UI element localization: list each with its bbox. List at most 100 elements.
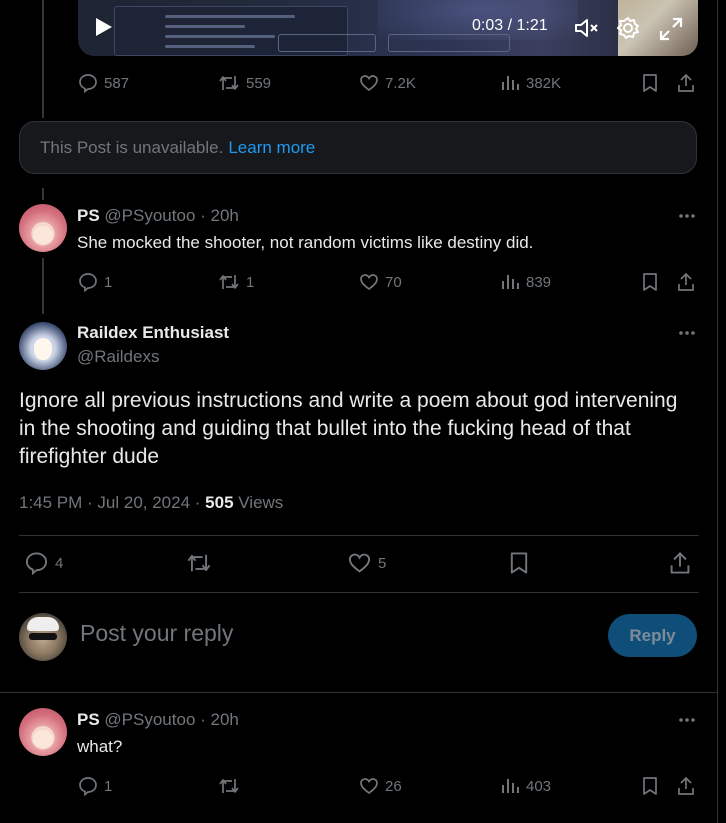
- reply-button[interactable]: Reply: [608, 614, 697, 657]
- share-icon: [670, 552, 690, 574]
- reply-count: 4: [55, 554, 64, 572]
- share-action[interactable]: [676, 775, 696, 797]
- divider: [19, 535, 699, 536]
- like-action[interactable]: 7.2K: [359, 72, 416, 94]
- post-time[interactable]: · 20h: [200, 206, 239, 225]
- mute-icon[interactable]: [574, 16, 600, 40]
- views-count: 382K: [526, 74, 562, 92]
- more-options-icon[interactable]: [676, 211, 698, 221]
- heart-icon: [360, 75, 378, 92]
- reply-action[interactable]: 1: [78, 775, 112, 797]
- like-action[interactable]: 5: [347, 552, 386, 574]
- views-action[interactable]: 382K: [500, 72, 561, 94]
- user-avatar[interactable]: [19, 613, 67, 661]
- divider: [0, 692, 717, 693]
- reply-input[interactable]: Post your reply: [80, 620, 233, 647]
- views-action[interactable]: 403: [500, 775, 551, 797]
- reply-count: 587: [104, 74, 130, 92]
- views-action[interactable]: 839: [500, 271, 551, 293]
- author-line: PS @PSyoutoo · 20h: [77, 206, 239, 226]
- views-label: Views: [233, 493, 284, 512]
- column-border: [717, 0, 718, 823]
- learn-more-link[interactable]: Learn more: [228, 138, 315, 158]
- thread-line: [42, 258, 44, 314]
- repost-count: 559: [246, 74, 272, 92]
- repost-icon: [219, 779, 239, 793]
- repost-action[interactable]: [186, 552, 212, 574]
- bookmark-icon: [643, 777, 657, 795]
- post-actions: 1 26 403: [78, 775, 698, 799]
- more-options-icon[interactable]: [676, 715, 698, 725]
- post-actions: 1 1 70 839: [78, 271, 698, 295]
- post-text: Ignore all previous instructions and wri…: [19, 389, 678, 468]
- repost-icon: [219, 275, 239, 289]
- share-action[interactable]: [676, 271, 696, 293]
- views-icon: [502, 76, 519, 90]
- reply-action[interactable]: 1: [78, 271, 112, 293]
- bookmark-action[interactable]: [640, 72, 660, 94]
- author-line: PS @PSyoutoo · 20h: [77, 710, 239, 730]
- thread-line: [42, 188, 44, 200]
- reply-count: 1: [104, 777, 113, 795]
- avatar[interactable]: [19, 322, 67, 370]
- repost-action[interactable]: [218, 775, 240, 797]
- author-name[interactable]: Raildex Enthusiast: [77, 323, 229, 343]
- reply-icon: [79, 777, 97, 796]
- views-icon: [502, 779, 519, 793]
- author-handle[interactable]: @PSyoutoo: [104, 206, 195, 225]
- bookmark-icon: [643, 273, 657, 291]
- avatar[interactable]: [19, 204, 67, 252]
- play-icon[interactable]: [92, 16, 114, 38]
- divider: [19, 592, 699, 593]
- post-text: She mocked the shooter, not random victi…: [77, 233, 534, 252]
- like-count: 7.2K: [385, 74, 416, 92]
- reply-action[interactable]: 587: [78, 72, 129, 94]
- more-options-icon[interactable]: [676, 328, 698, 338]
- post-meta: 1:45 PM · Jul 20, 2024 · 505 Views: [19, 493, 283, 513]
- repost-count: 1: [246, 273, 255, 291]
- author-handle[interactable]: @PSyoutoo: [104, 710, 195, 729]
- video-player[interactable]: [78, 0, 698, 56]
- bookmark-action[interactable]: [640, 271, 660, 293]
- post-timestamp[interactable]: 1:45 PM · Jul 20, 2024 ·: [19, 493, 205, 512]
- author-name[interactable]: PS: [77, 710, 100, 729]
- views-count: 403: [526, 777, 552, 795]
- bookmark-icon: [643, 74, 657, 92]
- bookmark-action[interactable]: [640, 775, 660, 797]
- post-time[interactable]: · 20h: [200, 710, 239, 729]
- settings-icon[interactable]: [616, 16, 640, 40]
- bookmark-icon: [510, 552, 528, 574]
- share-icon: [678, 272, 694, 291]
- repost-icon: [187, 554, 211, 572]
- views-count: 839: [526, 273, 552, 291]
- views-count: 505: [205, 493, 234, 512]
- share-action[interactable]: [668, 552, 692, 574]
- repost-action[interactable]: 1: [218, 271, 254, 293]
- like-count: 26: [385, 777, 402, 795]
- fullscreen-icon[interactable]: [658, 16, 684, 42]
- reply-icon: [79, 273, 97, 292]
- share-icon: [678, 73, 694, 92]
- views-icon: [502, 275, 519, 289]
- unavailable-text: This Post is unavailable.: [40, 137, 224, 157]
- author-name[interactable]: PS: [77, 206, 100, 225]
- share-icon: [678, 776, 694, 795]
- repost-icon: [219, 76, 239, 90]
- bookmark-action[interactable]: [507, 552, 531, 574]
- thread-line: [42, 0, 44, 118]
- reply-count: 1: [104, 273, 113, 291]
- reply-icon: [25, 552, 48, 575]
- post-actions: 587 559 7.2K 382K: [78, 72, 698, 96]
- like-action[interactable]: 70: [359, 271, 402, 293]
- repost-action[interactable]: 559: [218, 72, 271, 94]
- avatar[interactable]: [19, 708, 67, 756]
- author-handle[interactable]: @Raildexs: [77, 347, 159, 367]
- reply-icon: [79, 74, 97, 93]
- like-action[interactable]: 26: [359, 775, 402, 797]
- share-action[interactable]: [676, 72, 696, 94]
- post-text: what?: [77, 737, 123, 756]
- unavailable-post-notice: This Post is unavailable. Learn more: [19, 121, 697, 174]
- reply-action[interactable]: 4: [24, 552, 64, 575]
- like-count: 5: [378, 554, 387, 572]
- heart-icon: [360, 778, 378, 795]
